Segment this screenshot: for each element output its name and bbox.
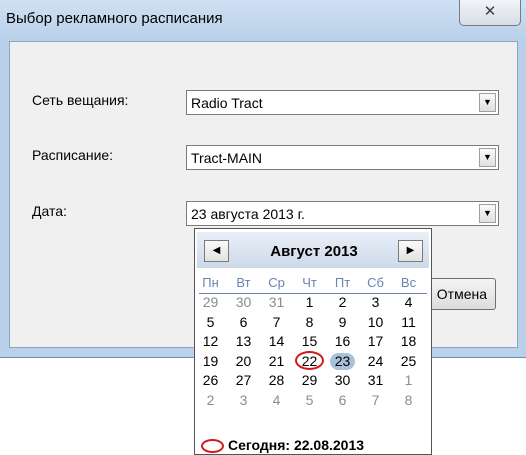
next-month-button[interactable]: ▶ xyxy=(398,240,423,262)
calendar-day[interactable]: 6 xyxy=(330,391,355,409)
calendar-day[interactable]: 19 xyxy=(198,352,223,370)
calendar-day[interactable]: 17 xyxy=(363,332,388,350)
calendar-day[interactable]: 5 xyxy=(198,313,223,331)
calendar-day[interactable]: 3 xyxy=(363,293,388,311)
weekday-header: Пн xyxy=(202,275,219,290)
weekday-header: Вт xyxy=(236,275,251,290)
calendar-day[interactable]: 26 xyxy=(198,371,223,389)
calendar-day[interactable]: 23 xyxy=(330,352,355,370)
calendar-day[interactable]: 7 xyxy=(363,391,388,409)
today-label: Сегодня: 22.08.2013 xyxy=(228,437,365,453)
chevron-down-icon[interactable]: ▼ xyxy=(479,93,496,112)
calendar-day[interactable]: 1 xyxy=(396,371,421,389)
title-bar[interactable]: Выбор рекламного расписания ✕ xyxy=(0,0,526,40)
chevron-down-icon[interactable]: ▼ xyxy=(479,148,496,167)
calendar-day[interactable]: 2 xyxy=(198,391,223,409)
schedule-value: Tract-MAIN xyxy=(191,150,263,166)
weekday-header: Пт xyxy=(334,275,351,290)
calendar-day[interactable]: 31 xyxy=(264,293,289,311)
calendar-day[interactable]: 14 xyxy=(264,332,289,350)
calendar-day[interactable]: 20 xyxy=(231,352,256,370)
month-title[interactable]: Август 2013 xyxy=(239,243,389,260)
close-button[interactable]: ✕ xyxy=(459,0,521,26)
calendar-day[interactable]: 28 xyxy=(264,371,289,389)
calendar-day[interactable]: 16 xyxy=(330,332,355,350)
calendar-day[interactable]: 31 xyxy=(363,371,388,389)
calendar-day[interactable]: 4 xyxy=(396,293,421,311)
schedule-label: Расписание: xyxy=(32,147,114,163)
calendar-day[interactable]: 3 xyxy=(231,391,256,409)
calendar-day[interactable]: 8 xyxy=(396,391,421,409)
weekday-header: Сб xyxy=(367,275,384,290)
calendar-day[interactable]: 9 xyxy=(330,313,355,331)
calendar-header: ◀ Август 2013 ▶ xyxy=(197,232,429,268)
calendar-day[interactable]: 13 xyxy=(231,332,256,350)
schedule-select[interactable]: Tract-MAIN ▼ xyxy=(186,145,499,170)
calendar-day[interactable]: 11 xyxy=(396,313,421,331)
calendar-day[interactable]: 7 xyxy=(264,313,289,331)
calendar-dropdown: ◀ Август 2013 ▶ Пн Вт Ср Чт Пт Сб Вс 29 30 31 1 2 3 4… xyxy=(194,228,432,455)
weekday-header: Чт xyxy=(302,275,317,290)
close-icon: ✕ xyxy=(483,3,497,20)
chevron-down-icon[interactable]: ▼ xyxy=(479,204,496,223)
calendar-day[interactable]: 15 xyxy=(297,332,322,350)
arrow-right-icon: ▶ xyxy=(406,245,415,256)
calendar-day[interactable]: 1 xyxy=(297,293,322,311)
weekday-header: Ср xyxy=(268,275,285,290)
calendar-day[interactable]: 5 xyxy=(297,391,322,409)
arrow-left-icon: ◀ xyxy=(212,245,221,256)
calendar-day[interactable]: 6 xyxy=(231,313,256,331)
date-label: Дата: xyxy=(32,203,67,219)
network-value: Radio Tract xyxy=(191,95,263,111)
calendar-day[interactable]: 21 xyxy=(264,352,289,370)
calendar-day[interactable]: 25 xyxy=(396,352,421,370)
calendar-day[interactable]: 24 xyxy=(363,352,388,370)
prev-month-button[interactable]: ◀ xyxy=(204,240,229,262)
calendar-day[interactable]: 29 xyxy=(198,293,223,311)
window-title: Выбор рекламного расписания xyxy=(6,10,223,27)
cancel-label: Отмена xyxy=(436,286,487,302)
calendar-day[interactable]: 27 xyxy=(231,371,256,389)
weekday-header: Вс xyxy=(400,275,417,290)
calendar-day[interactable]: 18 xyxy=(396,332,421,350)
today-circle-icon xyxy=(201,439,224,453)
calendar-day[interactable]: 29 xyxy=(297,371,322,389)
network-select[interactable]: Radio Tract ▼ xyxy=(186,90,499,115)
calendar-day[interactable]: 10 xyxy=(363,313,388,331)
calendar-day[interactable]: 8 xyxy=(297,313,322,331)
today-marker xyxy=(295,350,324,370)
calendar-day[interactable]: 30 xyxy=(231,293,256,311)
calendar-day[interactable]: 30 xyxy=(330,371,355,389)
calendar-day[interactable]: 12 xyxy=(198,332,223,350)
network-label: Сеть вещания: xyxy=(32,92,129,108)
calendar-day[interactable]: 2 xyxy=(330,293,355,311)
date-picker[interactable]: 23 августа 2013 г. ▼ xyxy=(186,201,499,226)
date-value: 23 августа 2013 г. xyxy=(191,206,305,222)
calendar-day[interactable]: 4 xyxy=(264,391,289,409)
